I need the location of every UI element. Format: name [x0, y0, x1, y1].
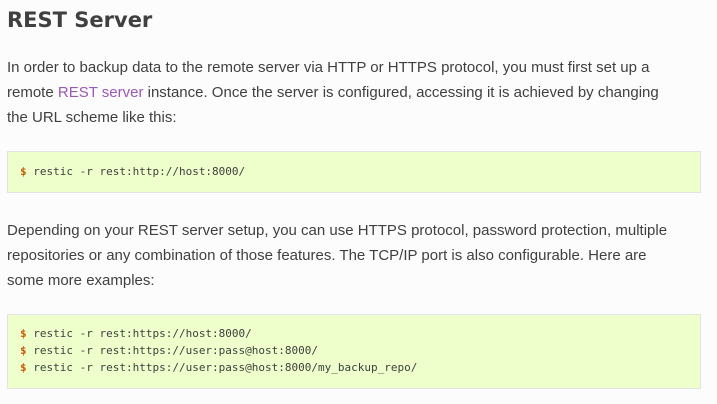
code-line: $ restic -r rest:https://host:8000/: [20, 327, 252, 341]
intro-line-2: remote REST server instance. Once the se…: [7, 80, 705, 105]
code-line: $ restic -r rest:http://host:8000/: [20, 165, 245, 179]
intro-line-3: the URL scheme like this:: [7, 109, 177, 126]
command-text: restic -r rest:http://host:8000/: [33, 165, 246, 178]
rest-server-link[interactable]: REST server: [58, 84, 144, 101]
intro-line-2-post: instance. Once the server is configured,…: [143, 84, 659, 101]
shell-prompt: $: [20, 361, 27, 374]
code-line: $ restic -r rest:https://user:pass@host:…: [20, 361, 417, 375]
shell-prompt: $: [20, 344, 27, 357]
shell-prompt: $: [20, 165, 27, 178]
shell-prompt: $: [20, 327, 27, 340]
options-line-3: some more examples:: [7, 272, 155, 289]
intro-paragraph: In order to backup data to the remote se…: [7, 55, 705, 130]
intro-line-2-pre: remote: [7, 84, 58, 101]
options-line-2: repositories or any combination of those…: [7, 247, 647, 264]
code-block-http: $ restic -r rest:http://host:8000/: [7, 151, 701, 193]
command-text: restic -r rest:https://user:pass@host:80…: [33, 344, 319, 357]
command-text: restic -r rest:https://user:pass@host:80…: [33, 361, 418, 374]
command-text: restic -r rest:https://host:8000/: [33, 327, 252, 340]
options-line-1: Depending on your REST server setup, you…: [7, 222, 668, 239]
intro-line-1: In order to backup data to the remote se…: [7, 59, 650, 76]
options-paragraph: Depending on your REST server setup, you…: [7, 218, 705, 293]
code-block-https-examples: $ restic -r rest:https://host:8000/ $ re…: [7, 314, 701, 389]
section-title: REST Server: [7, 8, 153, 32]
code-line: $ restic -r rest:https://user:pass@host:…: [20, 344, 318, 358]
